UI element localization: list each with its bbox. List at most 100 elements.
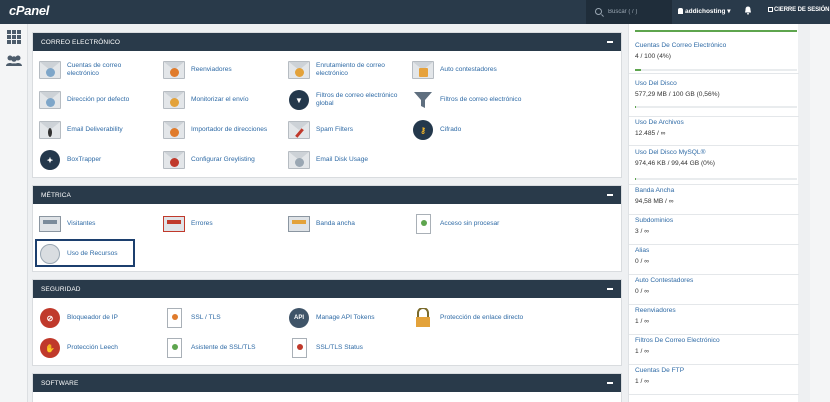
ip-blocker-link[interactable]: ⊘ Bloqueador de IP [39,307,164,329]
stat-file-usage[interactable]: Uso De Archivos 12.485 / ∞ [629,117,799,146]
autoresponders-label: Auto contestadores [440,66,497,73]
ssl-status-link[interactable]: SSL/TLS Status [288,337,413,359]
logout-icon [768,7,773,12]
visitors-label: Visitantes [67,220,96,227]
stat-value: 1 / ∞ [635,378,649,385]
bell-icon[interactable] [744,6,752,15]
stat-title[interactable]: Filtros De Correo Electrónico [635,337,799,344]
boxtrapper-link[interactable]: ✦ BoxTrapper [39,149,164,171]
stat-title[interactable]: Banda Ancha [635,187,799,194]
search-input[interactable] [608,6,668,18]
stat-title[interactable]: Alias [635,247,799,254]
security-panel-header[interactable]: SEGURIDAD [33,280,621,298]
autoresponders-icon [412,59,434,81]
security-panel-title: SEGURIDAD [41,286,81,293]
stat-title[interactable]: Subdominios [635,217,799,224]
greylisting-icon [163,149,185,171]
api-tokens-link[interactable]: API Manage API Tokens [288,307,413,329]
username: addichosting [685,8,726,15]
collapse-icon[interactable] [607,288,613,290]
software-panel-header[interactable]: SOFTWARE [33,374,621,392]
track-delivery-link[interactable]: Monitorizar el envío [163,89,288,111]
raw-access-link[interactable]: Acceso sin procesar [412,213,537,235]
stat-title[interactable]: Cuentas De FTP [635,367,799,374]
visitors-link[interactable]: Visitantes [39,213,164,235]
boxtrapper-icon: ✦ [39,149,61,171]
stat-email-filters[interactable]: Filtros De Correo Electrónico 1 / ∞ [629,335,799,365]
stat-autoresponders[interactable]: Auto Contestadores 0 / ∞ [629,275,799,305]
collapse-icon[interactable] [607,382,613,384]
page-scrollbar[interactable] [810,24,830,402]
greylisting-label: Configurar Greylisting [191,156,255,163]
encryption-label: Cifrado [440,126,462,133]
hotlink-protection-icon [412,307,434,329]
forwarders-icon [163,59,185,81]
default-address-link[interactable]: Dirección por defecto [39,89,164,111]
ssl-status-icon [288,337,310,359]
deliverability-link[interactable]: Email Deliverability [39,119,164,141]
search-icon [595,8,602,15]
hotlink-protection-link[interactable]: Protección de enlace directo [412,307,572,329]
spam-filters-link[interactable]: Spam Filters [288,119,413,141]
hotlink-protection-label: Protección de enlace directo [440,314,524,321]
encryption-link[interactable]: ⚷ Cifrado [412,119,537,141]
email-disk-usage-link[interactable]: Email Disk Usage [288,149,413,171]
stat-value: 12.485 / ∞ [635,130,666,137]
autoresponders-link[interactable]: Auto contestadores [412,59,537,81]
stat-title[interactable]: Uso Del Disco MySQL® [635,149,799,156]
ssl-wizard-link[interactable]: Asistente de SSL/TLS [163,337,288,359]
raw-access-label: Acceso sin procesar [440,220,500,227]
stat-ftp-accounts[interactable]: Cuentas De FTP 1 / ∞ [629,365,799,395]
raw-access-icon [412,213,434,235]
email-filters-link[interactable]: Filtros de correo electrónico [412,89,572,111]
encryption-icon: ⚷ [412,119,434,141]
global-filters-link[interactable]: ▼ Filtros de correo electrónico global [288,89,413,111]
stat-value: 0 / ∞ [635,258,649,265]
stat-title[interactable]: Cuentas De Correo Electrónico [635,42,799,49]
mysql-usage-bar [635,178,797,180]
stat-title[interactable]: Reenviadores [635,307,799,314]
address-importer-icon [163,119,185,141]
stat-forwarders[interactable]: Reenviadores 1 / ∞ [629,305,799,335]
email-panel-header[interactable]: CORREO ELECTRÓNICO [33,33,621,51]
forwarders-link[interactable]: Reenviadores [163,59,288,81]
spam-filters-label: Spam Filters [316,126,354,133]
search-box[interactable] [586,0,672,24]
metrics-panel-header[interactable]: MÉTRICA [33,186,621,204]
stat-aliases[interactable]: Alias 0 / ∞ [629,245,799,275]
apps-grid-icon[interactable] [7,30,21,44]
leech-protection-link[interactable]: ✋ Protección Leech [39,337,164,359]
top-partial-usage-bar [635,30,797,32]
stat-title[interactable]: Uso De Archivos [635,119,799,126]
stat-title[interactable]: Uso Del Disco [635,80,799,87]
address-importer-link[interactable]: Importador de direcciones [163,119,288,141]
disk-usage-bar [635,106,797,108]
cpanel-logo[interactable]: cPanel [9,3,49,18]
ssl-status-label: SSL/TLS Status [316,344,363,351]
collapse-icon[interactable] [607,41,613,43]
collapse-icon[interactable] [607,194,613,196]
software-panel-title: SOFTWARE [41,380,79,387]
stat-subdomains[interactable]: Subdominios 3 / ∞ [629,215,799,245]
ssl-tls-link[interactable]: SSL / TLS [163,307,288,329]
api-tokens-label: Manage API Tokens [316,314,375,321]
logout-button[interactable]: CIERRE DE SESIÓN [768,7,830,13]
stats-sidebar: Cuentas De Correo Electrónico 4 / 100 (4%… [628,24,799,402]
global-filters-icon: ▼ [288,89,310,111]
greylisting-link[interactable]: Configurar Greylisting [163,149,288,171]
errors-link[interactable]: Errores [163,213,288,235]
email-accounts-usage-bar [635,69,797,71]
email-filters-label: Filtros de correo electrónico [440,96,522,103]
left-nav [0,24,28,402]
stat-bandwidth[interactable]: Banda Ancha 94,58 MB / ∞ [629,185,799,215]
default-address-icon [39,89,61,111]
users-icon[interactable] [5,54,23,66]
boxtrapper-label: BoxTrapper [67,156,102,163]
email-routing-link[interactable]: Enrutamiento de correo electrónico [288,59,413,81]
stat-value: 1 / ∞ [635,318,649,325]
stat-disk-usage[interactable]: Uso Del Disco 577,29 MB / 100 GB (0,56%) [629,80,799,117]
stat-title[interactable]: Auto Contestadores [635,277,799,284]
user-menu[interactable]: addichosting ▾ [678,7,731,15]
bandwidth-link[interactable]: Banda ancha [288,213,413,235]
email-accounts-link[interactable]: Cuentas de correo electrónico [39,59,164,81]
